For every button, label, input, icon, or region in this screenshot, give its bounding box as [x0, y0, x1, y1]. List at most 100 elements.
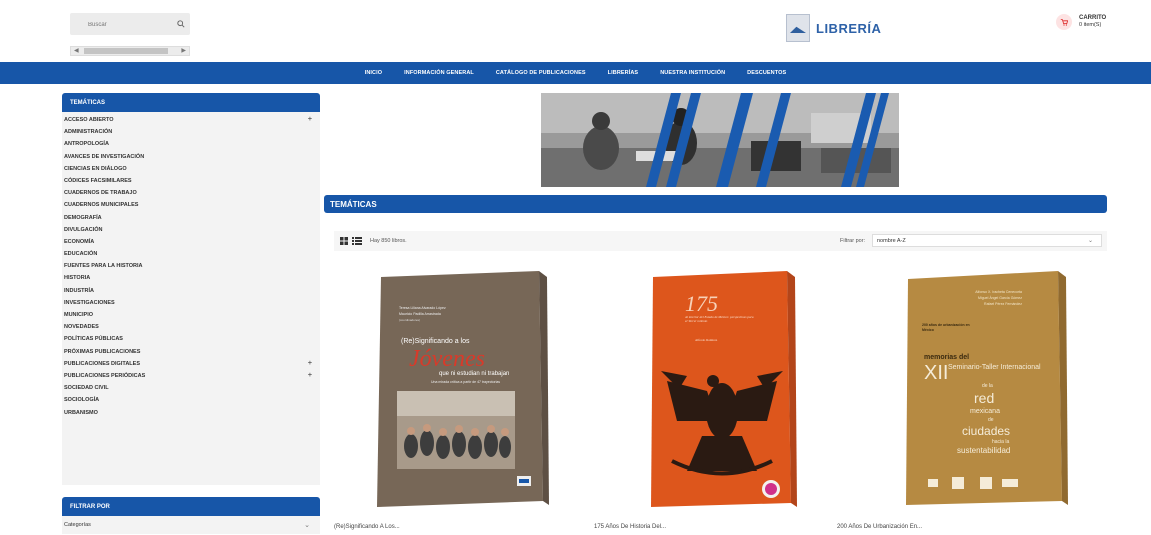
sidebar-item-label: CUADERNOS DE TRABAJO — [64, 190, 137, 197]
sidebar-item-label: INDUSTRÍA — [64, 287, 94, 294]
cover-author-2: Mauricio Padilla Arrastrada — [399, 312, 441, 316]
sidebar-item[interactable]: SOCIOLOGÍA — [62, 394, 320, 406]
product-title[interactable]: (Re)Significando A Los... — [334, 524, 400, 530]
sidebar-item[interactable]: PUBLICACIONES DIGITALES + — [62, 358, 320, 370]
sidebar-item[interactable]: CIENCIAS EN DIÁLOGO — [62, 163, 320, 175]
listing-toolbar: Hay 850 libros. Filtrar por: nombre A-Z … — [334, 231, 1107, 251]
sidebar-item[interactable]: SOCIEDAD CIVIL — [62, 382, 320, 394]
sidebar-item[interactable]: FUENTES PARA LA HISTORIA — [62, 260, 320, 272]
sidebar-item[interactable]: URBANISMO — [62, 407, 320, 419]
product-card[interactable]: 175 Al interior del Estado de México: pe… — [594, 271, 797, 530]
banner-photo — [541, 93, 899, 187]
sidebar-item-label: INVESTIGACIONES — [64, 299, 115, 306]
book-cover-1[interactable]: Teresa Liliana Alvarado López Mauricio P… — [369, 271, 549, 516]
nav-nuestra-institucion[interactable]: NUESTRA INSTITUCIÓN — [660, 70, 725, 76]
nav-inicio[interactable]: INICIO — [365, 70, 382, 76]
top-bar: ◀ ▶ LIBRERÍA CARRITO 0 item(S) — [0, 0, 1151, 62]
banner-image — [541, 93, 899, 187]
product-card[interactable]: Alfonso X. Iracheta Cenecorta Miguel Áng… — [837, 271, 1072, 530]
sidebar-item-label: EDUCACIÓN — [64, 251, 98, 258]
sidebar-item-label: SOCIOLOGÍA — [64, 397, 100, 404]
sidebar-item-label: MUNICIPIO — [64, 312, 94, 318]
scroll-right-icon[interactable]: ▶ — [181, 48, 186, 55]
sidebar-item-label: HISTORIA — [64, 275, 91, 282]
site-logo[interactable]: LIBRERÍA — [786, 14, 881, 42]
cart-count: 0 item(S) — [1079, 22, 1102, 28]
sidebar-item-label: DIVULGACIÓN — [64, 226, 103, 233]
logo-icon — [786, 14, 810, 42]
scrollbar-thumb[interactable] — [84, 48, 168, 54]
sidebar-item[interactable]: CUADERNOS MUNICIPALES — [62, 199, 320, 211]
grid-view-icon[interactable] — [340, 237, 348, 245]
sidebar-item[interactable]: POLÍTICAS PÚBLICAS — [62, 333, 320, 345]
logo-text: LIBRERÍA — [816, 20, 882, 36]
list-view-icon[interactable] — [352, 237, 362, 245]
sidebar-item[interactable]: ANTROPOLOGÍA — [62, 138, 320, 150]
product-title[interactable]: 200 Años De Urbanización En... — [837, 524, 922, 530]
chevron-down-icon[interactable]: ⌄ — [304, 521, 310, 529]
sidebar-item[interactable]: HISTORIA — [62, 272, 320, 284]
cover-hacia: hacia la — [992, 439, 1009, 445]
book-cover-2[interactable]: 175 Al interior del Estado de México: pe… — [647, 271, 797, 516]
sidebar-item[interactable]: DIVULGACIÓN — [62, 224, 320, 236]
sidebar-item[interactable]: ACCESO ABIERTO + — [62, 114, 320, 126]
expand-plus-icon[interactable]: + — [308, 370, 312, 382]
cover-title-line1: (Re)Significando a los — [401, 338, 470, 345]
cover-title-big: Jóvenes — [409, 346, 485, 372]
cart-button[interactable]: CARRITO 0 item(S) — [1056, 14, 1106, 30]
search-box[interactable] — [70, 13, 190, 36]
sidebar-item[interactable]: PRÓXIMAS PUBLICACIONES — [62, 346, 320, 358]
cover-sustentabilidad: sustentabilidad — [957, 446, 1010, 455]
sidebar-item[interactable]: ECONOMÍA — [62, 236, 320, 248]
cover-author-c: Rafael Pérez Fernández — [984, 302, 1022, 306]
horizontal-scrollbar[interactable]: ◀ ▶ — [70, 46, 190, 56]
sidebar-item[interactable]: EDUCACIÓN — [62, 248, 320, 260]
sidebar-item[interactable]: ADMINISTRACIÓN — [62, 126, 320, 138]
sidebar-item-label: FUENTES PARA LA HISTORIA — [64, 263, 143, 270]
sidebar-title: TEMÁTICAS — [62, 93, 320, 112]
sidebar-item-label: PUBLICACIONES DIGITALES — [64, 360, 140, 367]
cover-red: red — [974, 390, 994, 406]
cover-de-la: de la — [982, 383, 993, 389]
sidebar-item[interactable]: CÓDICES FACSIMILARES — [62, 175, 320, 187]
cover-big-number: 175 — [685, 291, 718, 316]
cover-de: de — [988, 417, 994, 423]
nav-descuentos[interactable]: DESCUENTOS — [747, 70, 786, 76]
sidebar-item[interactable]: MUNICIPIO — [62, 309, 320, 321]
nav-informacion-general[interactable]: INFORMACIÓN GENERAL — [404, 70, 474, 76]
sidebar-item[interactable]: AVANCES DE INVESTIGACIÓN — [62, 151, 320, 163]
expand-plus-icon[interactable]: + — [308, 114, 312, 126]
product-title[interactable]: 175 Años De Historia Del... — [594, 524, 666, 530]
sidebar-item-label: POLÍTICAS PÚBLICAS — [64, 336, 123, 343]
scroll-left-icon[interactable]: ◀ — [74, 48, 79, 55]
category-filter[interactable]: Categorías ⌄ — [62, 516, 320, 534]
sidebar-item[interactable]: DEMOGRAFÍA — [62, 212, 320, 224]
product-card[interactable]: Teresa Liliana Alvarado López Mauricio P… — [334, 271, 549, 530]
sidebar-item[interactable]: INVESTIGACIONES — [62, 297, 320, 309]
sidebar-item[interactable]: PUBLICACIONES PERIÓDICAS + — [62, 370, 320, 382]
book-cover-3[interactable]: Alfonso X. Iracheta Cenecorta Miguel Áng… — [902, 271, 1072, 516]
cover-top-text: 200 años de urbanización en México — [922, 323, 970, 332]
sort-label: Filtrar por: — [840, 238, 866, 244]
cover-author-2: Alfredo Ramírez — [695, 338, 718, 342]
sidebar-item-label: DEMOGRAFÍA — [64, 214, 102, 221]
cart-label: CARRITO — [1079, 15, 1107, 21]
sidebar-item[interactable]: CUADERNOS DE TRABAJO — [62, 187, 320, 199]
sidebar-item-label: CÓDICES FACSIMILARES — [64, 177, 132, 184]
sidebar-item[interactable]: NOVEDADES — [62, 321, 320, 333]
sidebar-item-label: NOVEDADES — [64, 324, 99, 331]
chevron-down-icon[interactable]: ⌄ — [1088, 237, 1093, 244]
nav-librerias[interactable]: LIBRERÍAS — [608, 70, 639, 76]
sort-select[interactable]: nombre A-Z ⌄ — [872, 234, 1102, 247]
search-input[interactable] — [70, 14, 190, 36]
expand-plus-icon[interactable]: + — [308, 358, 312, 370]
cover-subtitle-2: Al interior del Estado de México: perspe… — [685, 315, 754, 323]
nav-catalogo[interactable]: CATÁLOGO DE PUBLICACIONES — [496, 70, 586, 76]
sidebar-item-label: ADMINISTRACIÓN — [64, 129, 113, 136]
sidebar-item-label: ANTROPOLOGÍA — [64, 141, 109, 148]
cover-author-b: Miguel Ángel García Gómez — [978, 296, 1022, 300]
cover-xii: XII — [924, 362, 948, 384]
sort-value: nombre A-Z — [877, 238, 906, 244]
search-icon[interactable] — [177, 20, 185, 28]
sidebar-item[interactable]: INDUSTRÍA — [62, 285, 320, 297]
